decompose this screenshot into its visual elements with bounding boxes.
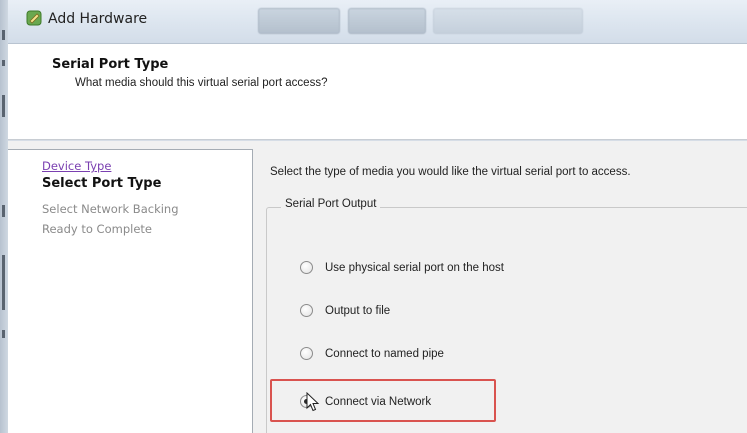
page-title: Serial Port Type	[52, 57, 169, 72]
step-device-type[interactable]: Device Type	[42, 159, 111, 173]
radio-button[interactable]	[300, 347, 313, 360]
background-button	[348, 8, 426, 34]
wizard-header: Serial Port Type What media should this …	[8, 44, 747, 140]
title-bar[interactable]: Add Hardware	[8, 0, 747, 44]
option-named-pipe[interactable]: Connect to named pipe	[300, 347, 444, 360]
window-title: Add Hardware	[48, 11, 148, 27]
step-ready-to-complete: Ready to Complete	[42, 222, 152, 236]
highlight-box	[270, 379, 496, 422]
mouse-pointer-icon	[306, 392, 320, 412]
option-label: Use physical serial port on the host	[325, 261, 504, 274]
option-label: Output to file	[325, 304, 391, 317]
window-edge	[0, 0, 8, 433]
option-output-to-file[interactable]: Output to file	[300, 304, 390, 317]
add-hardware-icon	[26, 10, 42, 26]
option-physical-serial-port[interactable]: Use physical serial port on the host	[300, 261, 504, 274]
radio-button[interactable]	[300, 304, 313, 317]
radio-button[interactable]	[300, 261, 313, 274]
instruction-text: Select the type of media you would like …	[270, 166, 631, 178]
background-button	[258, 8, 340, 34]
option-label: Connect to named pipe	[325, 347, 444, 360]
wizard-step-list	[8, 149, 253, 433]
group-label: Serial Port Output	[281, 198, 381, 210]
step-select-network-backing: Select Network Backing	[42, 202, 179, 216]
background-toolbar	[433, 8, 583, 34]
page-subtitle: What media should this virtual serial po…	[75, 77, 328, 89]
step-select-port-type: Select Port Type	[42, 176, 162, 191]
